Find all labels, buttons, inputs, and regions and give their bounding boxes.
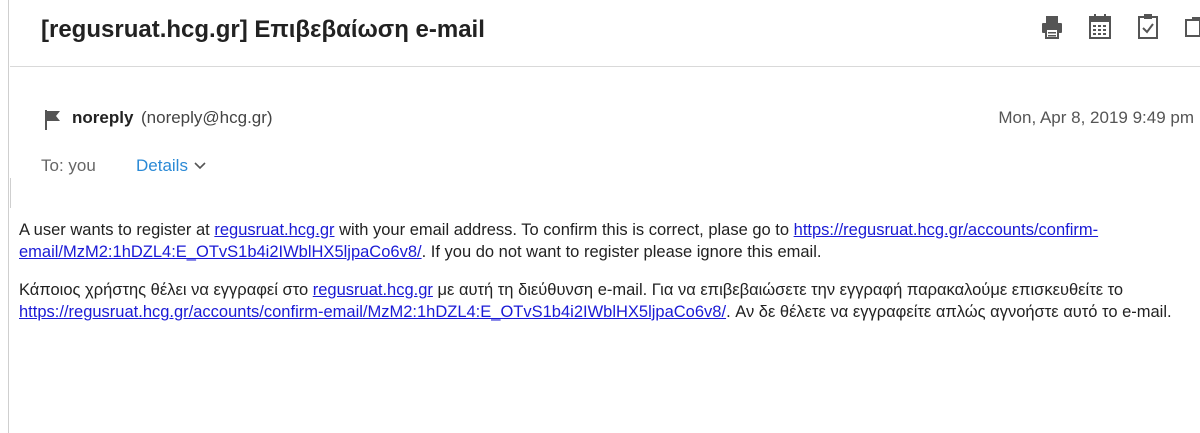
site-link[interactable]: regusruat.hcg.gr [214,221,334,239]
popout-icon[interactable] [1184,14,1200,44]
email-date: Mon, Apr 8, 2019 9:49 pm [998,108,1194,127]
clipboard-check-icon[interactable] [1136,14,1164,44]
body-text: . Αν δε θέλετε να εγγραφείτε απλώς αγνοή… [726,303,1172,321]
site-link[interactable]: regusruat.hcg.gr [313,281,433,299]
body-paragraph-greek: Κάποιος χρήστης θέλει να εγγραφεί στο re… [19,279,1199,323]
sender-address: (noreply@hcg.gr) [141,108,273,127]
to-label: To: you [41,156,96,175]
print-icon[interactable] [1040,14,1068,44]
calendar-icon[interactable] [1088,14,1116,44]
recipient-row: To: you Details [0,152,1200,180]
email-header: [regusruat.hcg.gr] Επιβεβαίωση e-mail [0,0,1200,66]
body-text: Κάποιος χρήστης θέλει να εγγραφεί στο [19,281,313,299]
sender-row: noreply (noreply@hcg.gr) Mon, Apr 8, 201… [0,105,1200,135]
email-subject: [regusruat.hcg.gr] Επιβεβαίωση e-mail [41,16,485,43]
email-body: A user wants to register at regusruat.hc… [19,219,1199,339]
body-paragraph-english: A user wants to register at regusruat.hc… [19,219,1199,263]
details-label: Details [136,156,188,175]
body-text: with your email address. To confirm this… [334,221,794,239]
left-border-accent [10,178,11,208]
body-text: με αυτή τη διεύθυνση e-mail. Για να επιβ… [432,281,1124,299]
sender-name[interactable]: noreply [72,108,133,128]
flag-icon[interactable] [44,110,62,130]
body-text: A user wants to register at [19,221,215,239]
details-toggle[interactable]: Details [136,156,206,176]
confirm-link[interactable]: https://regusruat.hcg.gr/accounts/confir… [19,303,726,321]
header-divider [10,66,1200,67]
chevron-down-icon [194,158,206,174]
body-text: . If you do not want to register please … [421,243,822,261]
